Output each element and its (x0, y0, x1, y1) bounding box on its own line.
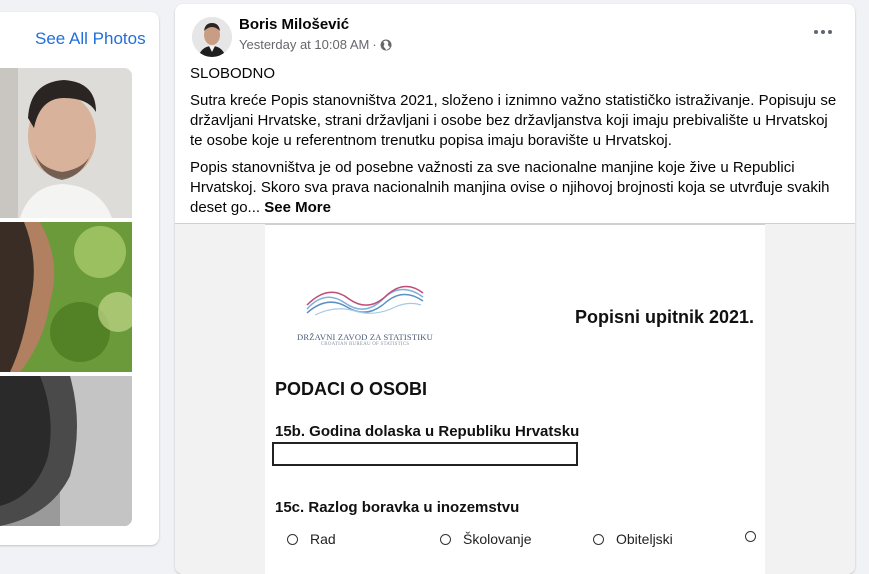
photos-card: See All Photos (0, 12, 159, 545)
globe-icon (380, 39, 392, 51)
post-card: Boris Milošević Yesterday at 10:08 AM · … (175, 4, 855, 574)
option-label: Obiteljski (616, 531, 673, 547)
more-options-icon[interactable] (805, 20, 841, 44)
post-paragraph: SLOBODNO (190, 65, 276, 82)
section-title: PODACI O OSOBI (275, 379, 428, 399)
post-paragraph: Popis stanovništva je od posebne važnost… (190, 158, 840, 218)
radio-circle-icon (440, 533, 451, 545)
option-more (745, 531, 756, 542)
radio-circle-icon (593, 533, 604, 545)
option-rad: Rad (287, 531, 336, 547)
author-name[interactable]: Boris Milošević (239, 16, 349, 33)
meta-separator: · (372, 37, 377, 52)
see-all-photos-link[interactable]: See All Photos (35, 29, 146, 49)
option-skolovanje: Školovanje (440, 531, 532, 547)
question-15c-label: 15c. Razlog boravka u inozemstvu (275, 499, 520, 516)
author-avatar[interactable] (192, 17, 232, 57)
logo-text: DRŽAVNI ZAVOD ZA STATISTIKU (297, 332, 433, 342)
radio-circle-icon (745, 531, 756, 542)
post-meta: Yesterday at 10:08 AM · (239, 37, 392, 52)
option-label: Rad (310, 531, 336, 547)
question-15b-label: 15b. Godina dolaska u Republiku Hrvatsku (275, 423, 580, 440)
form-title: Popisni upitnik 2021. (575, 307, 755, 327)
option-obiteljski: Obiteljski (593, 531, 673, 547)
photo-thumbnail[interactable] (0, 376, 132, 526)
logo-subtext: CROATIAN BUREAU OF STATISTICS (320, 342, 410, 347)
radio-circle-icon (287, 533, 298, 545)
post-image[interactable]: DRŽAVNI ZAVOD ZA STATISTIKU CROATIAN BUR… (175, 224, 855, 574)
post-paragraph: Sutra kreće Popis stanovništva 2021, slo… (190, 92, 837, 149)
photo-thumbnail[interactable] (0, 222, 132, 372)
see-more-link[interactable]: See More (264, 199, 331, 216)
statistics-bureau-logo (306, 285, 424, 316)
census-form-document: DRŽAVNI ZAVOD ZA STATISTIKU CROATIAN BUR… (265, 224, 765, 574)
post-timestamp[interactable]: Yesterday at 10:08 AM (239, 37, 369, 52)
option-label: Školovanje (463, 531, 532, 547)
photo-thumbnail[interactable] (0, 68, 132, 218)
arrival-year-box (272, 442, 578, 466)
post-text: SLOBODNO Sutra kreće Popis stanovništva … (190, 64, 840, 225)
